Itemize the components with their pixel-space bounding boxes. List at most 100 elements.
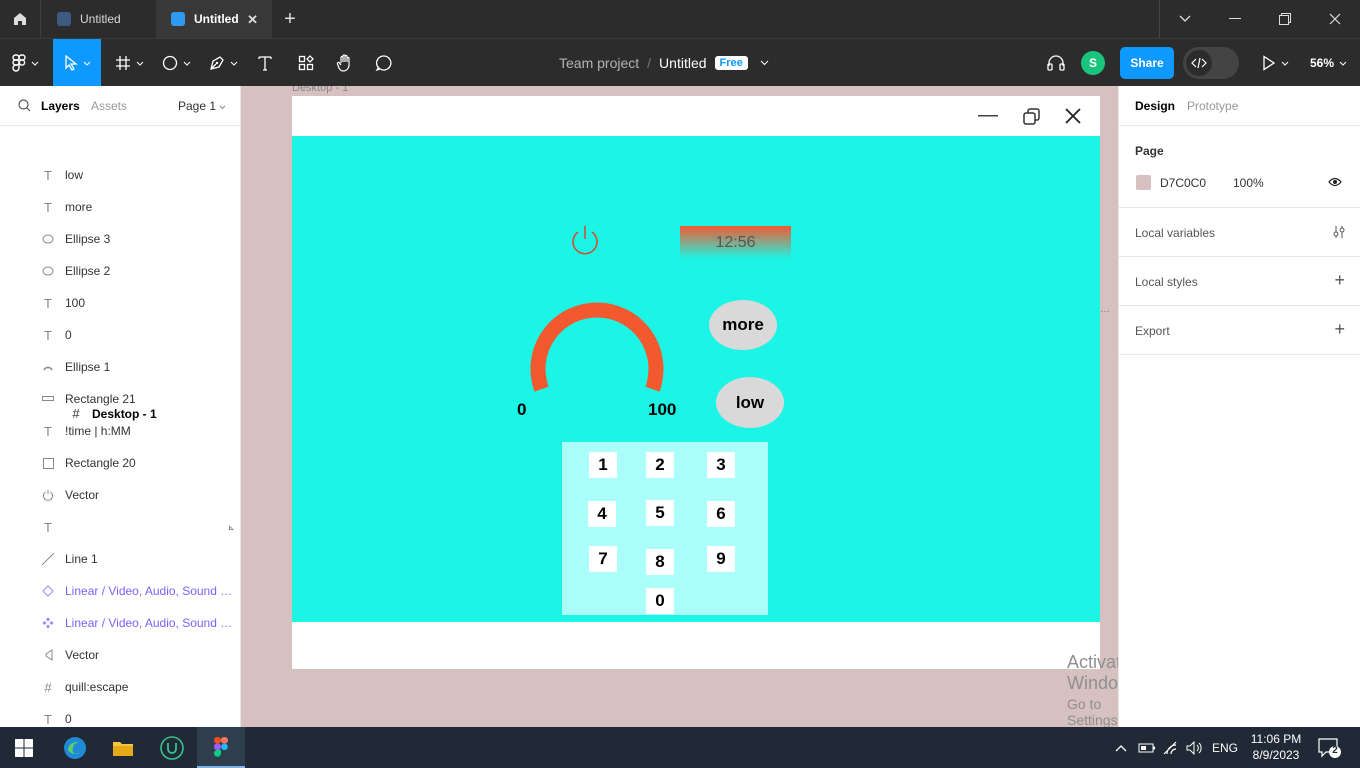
- layer-quill-escape[interactable]: # quill:escape: [0, 671, 240, 703]
- layer-component-instance[interactable]: Linear / Video, Audio, Sound /...: [0, 575, 240, 607]
- more-button[interactable]: more: [709, 300, 777, 350]
- comment-tool[interactable]: [375, 39, 393, 87]
- dev-mode-toggle[interactable]: [1183, 47, 1239, 79]
- shape-tool[interactable]: [162, 39, 191, 87]
- add-export-icon[interactable]: +: [1334, 319, 1345, 340]
- tabs-menu-button[interactable]: [1160, 0, 1210, 38]
- variables-icon[interactable]: [1333, 225, 1345, 239]
- design-canvas[interactable]: Desktop - 1 12:56 0 100 more low 1 2 3 4: [241, 86, 1118, 727]
- component-instance-icon: [40, 583, 56, 599]
- tray-show-hidden[interactable]: [1115, 727, 1127, 768]
- key-6[interactable]: 6: [707, 501, 735, 527]
- export-section[interactable]: Export +: [1119, 306, 1360, 355]
- close-tab-icon[interactable]: ✕: [247, 12, 258, 28]
- frame-tool[interactable]: [115, 39, 144, 87]
- layer-low[interactable]: T low: [0, 159, 240, 191]
- layer-ellipse-1[interactable]: Ellipse 1: [0, 351, 240, 383]
- present-button[interactable]: [1262, 39, 1289, 87]
- frame-resize-handle[interactable]: …: [1100, 304, 1110, 315]
- key-7[interactable]: 7: [589, 546, 617, 572]
- taskbar-edge[interactable]: [51, 727, 99, 768]
- desktop-frame[interactable]: 12:56 0 100 more low 1 2 3 4 5 6 7 8 9 0: [292, 96, 1100, 669]
- layer-ellipse-2[interactable]: Ellipse 2: [0, 255, 240, 287]
- team-name[interactable]: Team project: [559, 55, 639, 71]
- notification-center[interactable]: 2: [1318, 737, 1342, 762]
- search-icon[interactable]: [18, 99, 31, 112]
- layer-empty-text[interactable]: T ⊾: [0, 511, 240, 543]
- minimize-icon[interactable]: [978, 115, 1000, 117]
- key-1[interactable]: 1: [589, 452, 617, 478]
- hand-tool[interactable]: [336, 39, 354, 87]
- layer-ellipse-3[interactable]: Ellipse 3: [0, 223, 240, 255]
- layer-time-text[interactable]: T !time | h:MM: [0, 415, 240, 447]
- page-color-swatch[interactable]: [1136, 175, 1151, 190]
- layer-component[interactable]: Linear / Video, Audio, Sound /...: [0, 607, 240, 639]
- layer-rectangle-21[interactable]: Rectangle 21: [0, 383, 240, 415]
- pen-tool[interactable]: [209, 39, 238, 87]
- minimize-button[interactable]: [1210, 0, 1260, 38]
- tab-design[interactable]: Design: [1135, 99, 1175, 113]
- low-button[interactable]: low: [716, 377, 784, 428]
- tab-assets[interactable]: Assets: [91, 99, 127, 113]
- taskbar-file-explorer[interactable]: [99, 727, 147, 768]
- new-tab-button[interactable]: +: [280, 8, 300, 31]
- page-opacity-value[interactable]: 100%: [1233, 176, 1264, 190]
- main-menu-button[interactable]: [12, 39, 39, 87]
- layer-line-1[interactable]: Line 1: [0, 543, 240, 575]
- layer-100[interactable]: T 100: [0, 287, 240, 319]
- user-avatar[interactable]: S: [1081, 51, 1105, 75]
- restore-button[interactable]: [1260, 0, 1310, 38]
- tab-layers[interactable]: Layers: [41, 99, 80, 113]
- layer-0[interactable]: T 0: [0, 319, 240, 351]
- tray-battery[interactable]: [1138, 727, 1156, 768]
- close-window-button[interactable]: [1310, 0, 1360, 38]
- key-4[interactable]: 4: [588, 501, 616, 527]
- start-button[interactable]: [0, 727, 48, 768]
- layer-rectangle-20[interactable]: Rectangle 20: [0, 447, 240, 479]
- layer-0-text[interactable]: T 0: [0, 703, 240, 727]
- home-icon: [14, 13, 26, 25]
- audio-chat-button[interactable]: [1046, 39, 1066, 87]
- local-styles-section[interactable]: Local styles +: [1119, 257, 1360, 306]
- layer-name: Vector: [65, 488, 100, 502]
- key-0[interactable]: 0: [646, 588, 674, 614]
- home-button[interactable]: [0, 0, 40, 38]
- zoom-menu[interactable]: 56%: [1310, 39, 1347, 87]
- tray-volume[interactable]: [1186, 727, 1204, 768]
- frame-label[interactable]: Desktop - 1: [292, 86, 348, 94]
- layer-more[interactable]: T more: [0, 191, 240, 223]
- taskbar-upwork[interactable]: [148, 727, 196, 768]
- tab-prototype[interactable]: Prototype: [1187, 99, 1238, 113]
- file-name[interactable]: Untitled: [659, 55, 706, 71]
- restore-icon[interactable]: [1022, 107, 1042, 127]
- right-panel-tabs: Design Prototype: [1119, 86, 1360, 126]
- page-selector-label: Page 1: [178, 99, 217, 113]
- share-button[interactable]: Share: [1120, 47, 1174, 79]
- tray-wifi[interactable]: [1163, 727, 1181, 768]
- move-tool[interactable]: [53, 39, 101, 87]
- tray-language[interactable]: ENG: [1212, 727, 1238, 768]
- key-2[interactable]: 2: [646, 452, 674, 478]
- taskbar-figma[interactable]: [197, 727, 245, 768]
- key-8[interactable]: 8: [646, 549, 674, 575]
- layer-vector-volume[interactable]: Vector: [0, 639, 240, 671]
- local-variables-section[interactable]: Local variables: [1119, 208, 1360, 257]
- document-title[interactable]: Team project / Untitled Free: [559, 39, 769, 87]
- close-icon[interactable]: [1065, 108, 1081, 124]
- key-5[interactable]: 5: [646, 500, 674, 526]
- resources-tool[interactable]: [298, 39, 314, 87]
- key-3[interactable]: 3: [707, 452, 735, 478]
- taskbar-clock[interactable]: 11:06 PM 8/9/2023: [1246, 731, 1306, 763]
- page-color-value[interactable]: D7C0C0: [1160, 176, 1206, 190]
- add-style-icon[interactable]: +: [1334, 270, 1345, 291]
- layer-vector-power[interactable]: Vector: [0, 479, 240, 511]
- tab-untitled-1[interactable]: Untitled: [40, 0, 156, 38]
- eye-icon[interactable]: [1328, 177, 1342, 187]
- text-tool[interactable]: [257, 39, 273, 87]
- windows-logo-icon: [15, 738, 33, 757]
- chevron-down-icon[interactable]: [760, 60, 769, 66]
- tab-untitled-2[interactable]: Untitled ✕: [156, 0, 272, 38]
- page-selector[interactable]: Page 1: [178, 99, 226, 113]
- key-9[interactable]: 9: [707, 546, 735, 572]
- power-icon[interactable]: [568, 224, 602, 258]
